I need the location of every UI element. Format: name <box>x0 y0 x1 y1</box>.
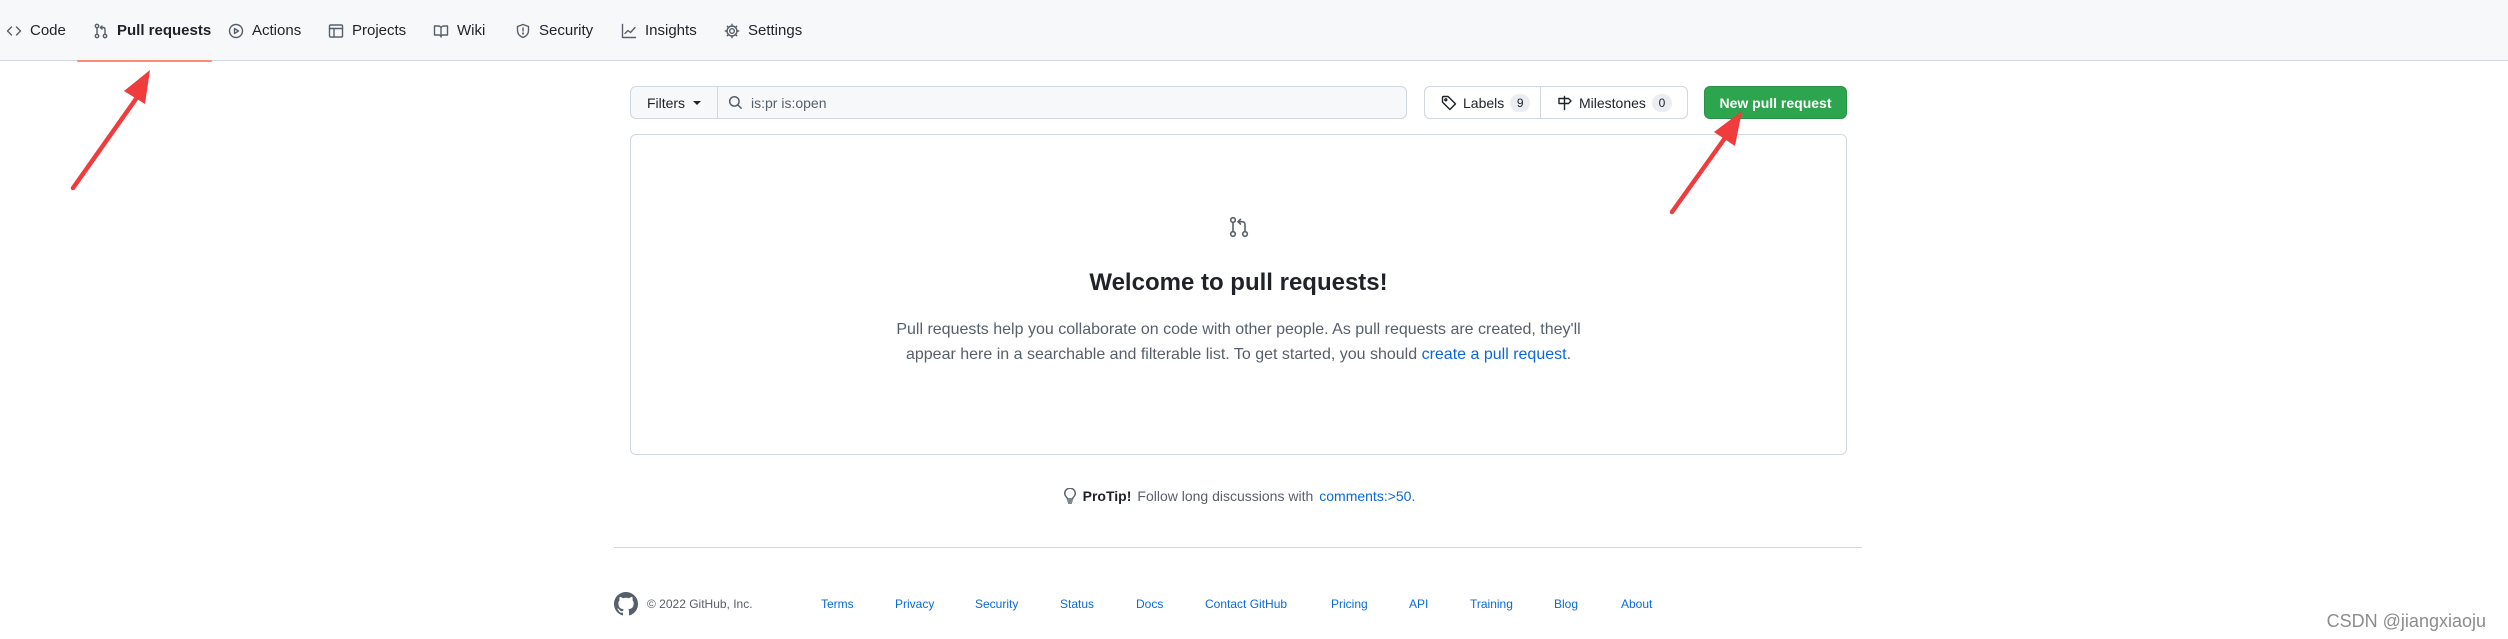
footer-link-pricing[interactable]: Pricing <box>1331 597 1368 611</box>
protip-label: ProTip! <box>1082 488 1132 504</box>
blankslate-title: Welcome to pull requests! <box>1089 269 1388 296</box>
tab-settings[interactable]: Settings <box>724 0 802 61</box>
arrow-pointing-pull-requests-icon <box>70 70 150 191</box>
filters-label: Filters <box>646 94 686 111</box>
search-box <box>717 86 1407 119</box>
tab-settings-label: Settings <box>748 22 803 39</box>
milestones-button[interactable]: Milestones 0 <box>1540 86 1688 119</box>
footer-link-about[interactable]: About <box>1621 597 1652 611</box>
create-pull-request-link[interactable]: create a pull request <box>1422 346 1567 363</box>
tab-actions-label: Actions <box>252 22 302 39</box>
tab-security[interactable]: Security <box>515 0 593 61</box>
git-pull-request-icon <box>94 23 108 38</box>
shield-icon <box>516 23 530 38</box>
tab-security-label: Security <box>539 22 594 39</box>
labels-label: Labels <box>1463 94 1505 111</box>
repo-nav: Code Pull requests Actions Projects Wiki… <box>0 0 2508 62</box>
blankslate-icon <box>1227 215 1251 239</box>
milestone-icon <box>1558 95 1572 110</box>
footer-link-terms[interactable]: Terms <box>821 597 854 611</box>
github-logo-icon[interactable] <box>614 592 638 616</box>
milestones-count: 0 <box>1651 93 1672 112</box>
footer-divider <box>614 547 1862 548</box>
description-line1: Pull requests help you collaborate on co… <box>896 321 1581 338</box>
protip-suffix: . <box>1411 488 1416 504</box>
tab-insights-label: Insights <box>645 22 697 39</box>
labels-button[interactable]: Labels 9 <box>1424 86 1541 119</box>
filters-button[interactable]: Filters <box>630 86 718 119</box>
tab-pull-requests[interactable]: Pull requests <box>77 0 212 62</box>
footer-link-privacy[interactable]: Privacy <box>895 597 934 611</box>
description-suffix: . <box>1566 346 1572 363</box>
copyright: © 2022 GitHub, Inc. <box>647 597 753 611</box>
tab-projects[interactable]: Projects <box>328 0 406 61</box>
tab-wiki[interactable]: Wiki <box>433 0 485 61</box>
tag-icon <box>1441 95 1457 110</box>
code-icon <box>6 25 22 36</box>
tab-actions[interactable]: Actions <box>228 0 301 61</box>
footer-link-docs[interactable]: Docs <box>1136 597 1163 611</box>
gear-icon <box>724 23 740 38</box>
new-pull-request-button[interactable]: New pull request <box>1704 86 1847 119</box>
caret-down-icon <box>693 100 702 105</box>
tab-wiki-label: Wiki <box>457 22 486 39</box>
protip-text: Follow long discussions with <box>1137 488 1314 504</box>
description-line2: appear here in a searchable and filterab… <box>905 346 1422 363</box>
tab-projects-label: Projects <box>352 22 407 39</box>
milestones-label: Milestones <box>1579 94 1646 111</box>
protip: ProTip! Follow long discussions with com… <box>0 488 2478 504</box>
tab-insights[interactable]: Insights <box>621 0 697 61</box>
blankslate: Welcome to pull requests! Pull requests … <box>630 134 1847 455</box>
table-icon <box>328 23 344 38</box>
light-bulb-icon <box>1063 488 1076 504</box>
search-icon <box>728 95 743 110</box>
play-icon <box>228 23 244 38</box>
blankslate-description: Pull requests help you collaborate on co… <box>876 317 1601 367</box>
git-pull-request-icon <box>1229 216 1249 238</box>
footer-link-blog[interactable]: Blog <box>1554 597 1578 611</box>
search-input[interactable] <box>751 87 1391 118</box>
book-icon <box>433 24 449 38</box>
footer-link-status[interactable]: Status <box>1060 597 1094 611</box>
tab-pull-requests-label: Pull requests <box>117 22 212 39</box>
tab-code-label: Code <box>30 22 66 39</box>
footer-link-training[interactable]: Training <box>1470 597 1513 611</box>
footer-link-contact-github[interactable]: Contact GitHub <box>1205 597 1287 611</box>
tab-code[interactable]: Code <box>6 0 66 61</box>
comments-filter-link[interactable]: comments:>50 <box>1319 488 1411 504</box>
footer-link-security[interactable]: Security <box>975 597 1018 611</box>
watermark: CSDN @jiangxiaoju <box>2326 611 2486 631</box>
graph-icon <box>621 23 637 38</box>
labels-count: 9 <box>1510 93 1531 112</box>
footer-link-api[interactable]: API <box>1409 597 1428 611</box>
